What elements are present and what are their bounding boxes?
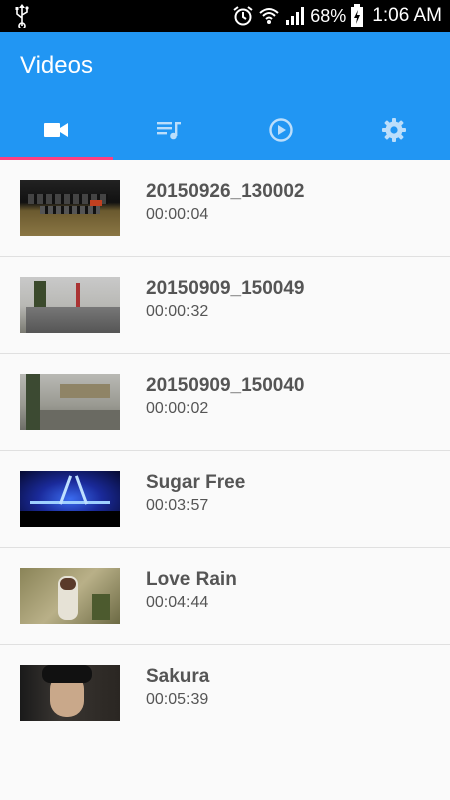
wifi-icon [259,8,279,24]
video-title: Sakura [146,666,210,687]
list-item[interactable]: Sakura 00:05:39 [0,645,450,741]
battery-charging-icon [351,4,364,27]
video-duration: 00:00:04 [146,206,209,223]
page-title: Videos [20,52,93,79]
status-bar: 68% 1:06 AM [0,0,450,32]
tab-now-playing[interactable] [225,100,338,160]
video-duration: 00:05:39 [146,691,209,708]
video-thumbnail [20,277,120,333]
list-item[interactable]: 20150909_150040 00:00:02 [0,354,450,451]
tab-playlists[interactable] [113,100,226,160]
video-title: 20150909_150040 [146,375,305,396]
video-title: 20150909_150049 [146,278,305,299]
tab-videos[interactable] [0,100,113,160]
video-title: 20150926_130002 [146,181,305,202]
video-duration: 00:00:02 [146,400,209,417]
tab-bar [0,100,450,160]
video-thumbnail [20,471,120,527]
usb-icon [15,4,29,28]
video-thumbnail [20,374,120,430]
video-thumbnail [20,180,120,236]
video-camera-icon [44,123,69,137]
list-item[interactable]: Sugar Free 00:03:57 [0,451,450,548]
video-title: Sugar Free [146,472,246,493]
playlist-icon [156,122,181,140]
clock: 1:06 AM [372,5,442,26]
list-item[interactable]: 20150926_130002 00:00:04 [0,160,450,257]
video-duration: 00:04:44 [146,594,209,611]
video-duration: 00:03:57 [146,497,209,514]
video-thumbnail [20,568,120,624]
alarm-icon [233,6,253,26]
app-bar: Videos [0,32,450,160]
video-thumbnail [20,665,120,721]
list-item[interactable]: Love Rain 00:04:44 [0,548,450,645]
play-circle-icon [269,118,293,142]
tab-settings[interactable] [338,100,450,160]
video-duration: 00:00:32 [146,303,209,320]
list-item[interactable]: 20150909_150049 00:00:32 [0,257,450,354]
gear-icon [381,118,406,142]
battery-percent: 68% [310,5,347,26]
video-list: 20150926_130002 00:00:04 20150909_150049… [0,160,450,741]
signal-icon [286,7,305,25]
video-title: Love Rain [146,569,237,590]
